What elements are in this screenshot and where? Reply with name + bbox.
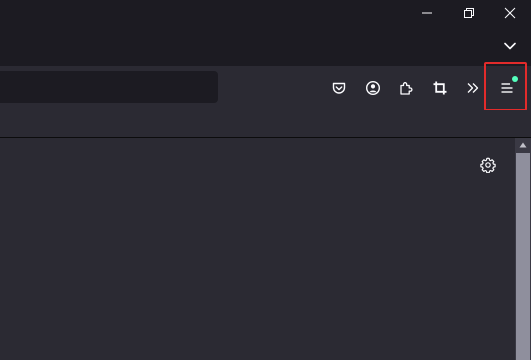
- restore-button[interactable]: [448, 0, 490, 26]
- minimize-button[interactable]: [406, 0, 448, 26]
- bookmarks-toolbar: [0, 110, 531, 138]
- triangle-up-icon: [519, 142, 527, 148]
- list-all-tabs-button[interactable]: [494, 34, 526, 58]
- account-button[interactable]: [357, 72, 389, 104]
- scroll-up-button[interactable]: [515, 138, 531, 152]
- close-icon: [504, 7, 516, 19]
- page-content: [0, 138, 515, 360]
- browser-window: [0, 0, 531, 360]
- minimize-icon: [422, 12, 432, 14]
- close-button[interactable]: [489, 0, 531, 26]
- account-icon: [365, 80, 381, 96]
- pocket-button[interactable]: [323, 72, 355, 104]
- screenshot-button[interactable]: [424, 72, 456, 104]
- restore-icon: [464, 8, 474, 18]
- vertical-scrollbar[interactable]: [515, 138, 531, 360]
- gear-icon: [480, 157, 496, 173]
- navigation-toolbar: [0, 66, 531, 110]
- overflow-menu-button[interactable]: [457, 72, 489, 104]
- update-badge: [512, 76, 518, 82]
- overflow-icon: [467, 83, 479, 93]
- extensions-icon: [400, 82, 413, 95]
- chevron-down-icon: [504, 42, 516, 50]
- crop-icon: [433, 81, 447, 95]
- address-bar[interactable]: [0, 71, 218, 103]
- page-settings-button[interactable]: [475, 152, 501, 178]
- open-application-menu-button[interactable]: [491, 72, 523, 104]
- pocket-icon: [332, 82, 346, 94]
- extensions-button[interactable]: [390, 72, 422, 104]
- scrollbar-thumb[interactable]: [516, 153, 530, 360]
- tab-strip: [0, 0, 531, 66]
- hamburger-menu-icon: [501, 83, 513, 93]
